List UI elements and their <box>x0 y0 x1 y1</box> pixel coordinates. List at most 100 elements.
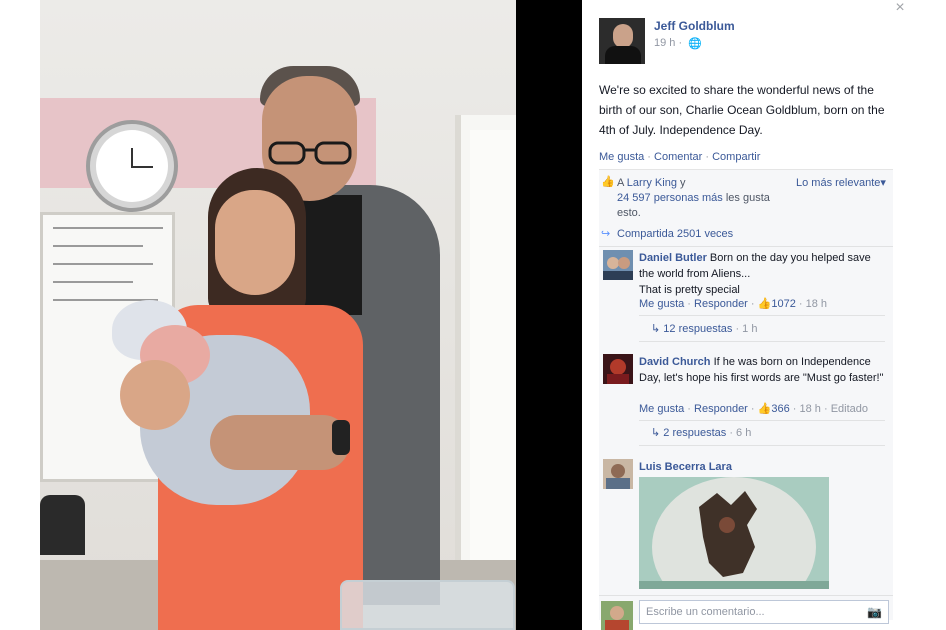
action-separator: · <box>644 151 655 163</box>
comment-sort-dropdown[interactable]: Lo más relevante▾ <box>796 176 886 189</box>
comment-body: Daniel Butler Born on the day you helped… <box>639 250 889 298</box>
comment-photo[interactable] <box>639 477 829 589</box>
share-button[interactable]: Compartir <box>712 151 760 163</box>
comment-time[interactable]: 18 h <box>799 403 820 415</box>
replies-count: 2 respuestas <box>663 427 727 439</box>
likes-friend-link[interactable]: Larry King <box>627 177 677 189</box>
close-icon[interactable]: × <box>892 0 908 16</box>
comment-meta: Me gusta · Responder · 👍366 · 18 h · Edi… <box>639 402 868 415</box>
commenter-avatar[interactable] <box>603 250 633 280</box>
photo-man-shirt <box>302 195 362 315</box>
photo-woman-arm <box>120 360 190 430</box>
post-photo[interactable] <box>40 0 516 630</box>
globe-icon: 🌐 <box>688 38 702 50</box>
photo-whiteboard-line <box>53 263 153 265</box>
comment-author-link[interactable]: David Church <box>639 356 711 368</box>
commenter-avatar-image <box>603 459 633 489</box>
meta-separator: · <box>732 323 743 335</box>
comment-like-count[interactable]: 1072 <box>771 298 795 310</box>
current-user-avatar-image <box>601 601 633 630</box>
author-avatar[interactable] <box>599 18 645 64</box>
author-name-link[interactable]: Jeff Goldblum <box>654 19 735 33</box>
commenter-avatar[interactable] <box>603 459 633 489</box>
comment-time[interactable]: 18 h <box>806 298 827 310</box>
divider <box>639 315 885 316</box>
comment-like-button[interactable]: Me gusta <box>639 403 684 415</box>
likes-connector: y <box>676 177 686 189</box>
divider <box>599 595 893 596</box>
divider <box>639 420 885 421</box>
photo-clock-hand <box>131 148 133 168</box>
view-replies-link[interactable]: ↳ 12 respuestas · 1 h <box>651 322 757 335</box>
thumbs-up-icon: 👍 <box>601 176 615 188</box>
comment-edited-label[interactable]: Editado <box>831 403 868 415</box>
reply-arrow-icon: ↳ <box>651 427 661 439</box>
thumbs-up-icon: 👍 <box>757 403 772 415</box>
likes-prefix: A <box>617 177 627 189</box>
like-button[interactable]: Me gusta <box>599 151 644 163</box>
comment-body: Luis Becerra Lara <box>639 459 889 475</box>
replies-time: 1 h <box>742 323 758 335</box>
camera-icon[interactable]: 📷 <box>867 605 882 619</box>
reply-arrow-icon: ↳ <box>651 323 661 335</box>
photo-clock-face <box>96 130 168 202</box>
author-avatar-body <box>605 46 641 64</box>
likes-summary: A Larry King y 24 597 personas más les g… <box>617 176 787 221</box>
photo-woman-face <box>215 190 295 295</box>
post-timestamp[interactable]: 19 h · <box>654 37 682 49</box>
comment-text: That is pretty special <box>639 284 740 296</box>
post-actions: Me gusta · Comentar · Compartir <box>599 151 760 163</box>
photo-glasses <box>268 141 352 165</box>
comment-author-link[interactable]: Daniel Butler <box>639 252 707 264</box>
post-text: We're so excited to share the wonderful … <box>599 83 885 137</box>
meta-separator: · <box>747 298 758 310</box>
meta-separator: · <box>726 427 737 439</box>
current-user-avatar <box>601 601 633 630</box>
photo-bassinet <box>340 580 515 630</box>
author-avatar-face <box>613 24 633 48</box>
divider <box>599 246 893 247</box>
photo-door-panel <box>470 130 516 600</box>
comment-photo-image <box>639 477 829 589</box>
comment-like-count[interactable]: 366 <box>771 403 789 415</box>
divider <box>639 445 885 446</box>
comment-like-button[interactable]: Me gusta <box>639 298 684 310</box>
replies-count: 12 respuestas <box>663 323 733 335</box>
photo-man-hand <box>210 415 350 470</box>
view-replies-link[interactable]: ↳ 2 respuestas · 6 h <box>651 426 751 439</box>
meta-separator: · <box>820 403 831 415</box>
comment-button[interactable]: Comentar <box>654 151 702 163</box>
post-sidebar: × Jeff Goldblum 19 h · 🌐 We're so excite… <box>582 0 946 630</box>
meta-separator: · <box>795 298 806 310</box>
post-time-separator: · <box>678 37 683 49</box>
photo-whiteboard-line <box>53 245 143 247</box>
action-separator: · <box>702 151 713 163</box>
commenter-avatar[interactable] <box>603 354 633 384</box>
comment-reply-button[interactable]: Responder <box>694 403 748 415</box>
thumbs-up-icon: 👍 <box>757 298 772 310</box>
photo-whiteboard-line <box>53 281 133 283</box>
comment-author-link[interactable]: Luis Becerra Lara <box>639 461 732 473</box>
comment-body: David Church If he was born on Independe… <box>639 354 889 386</box>
meta-separator: · <box>684 298 695 310</box>
post-time-value: 19 h <box>654 37 676 49</box>
photo-viewer-letterbox <box>516 0 582 630</box>
photo-watch <box>332 420 350 455</box>
divider <box>639 341 885 342</box>
replies-time: 6 h <box>736 427 752 439</box>
comment-meta: Me gusta · Responder · 👍1072 · 18 h <box>639 297 827 310</box>
comments-panel: 👍 A Larry King y 24 597 personas más les… <box>599 169 893 630</box>
comment-reply-button[interactable]: Responder <box>694 298 748 310</box>
photo-clock-hand <box>131 166 153 168</box>
photo-wall-clock <box>86 120 178 212</box>
meta-separator: · <box>747 403 758 415</box>
shares-count-link[interactable]: Compartida 2501 veces <box>617 228 733 240</box>
comment-input[interactable]: Escribe un comentario... <box>639 600 889 624</box>
chevron-down-icon: ▾ <box>880 177 886 189</box>
likes-others-link[interactable]: 24 597 personas más <box>617 192 723 204</box>
commenter-avatar-image <box>603 250 633 280</box>
commenter-avatar-image <box>603 354 633 384</box>
photo-stool <box>40 495 85 555</box>
comment-sort-label: Lo más relevante <box>796 177 881 189</box>
share-icon: ↪ <box>601 228 611 240</box>
